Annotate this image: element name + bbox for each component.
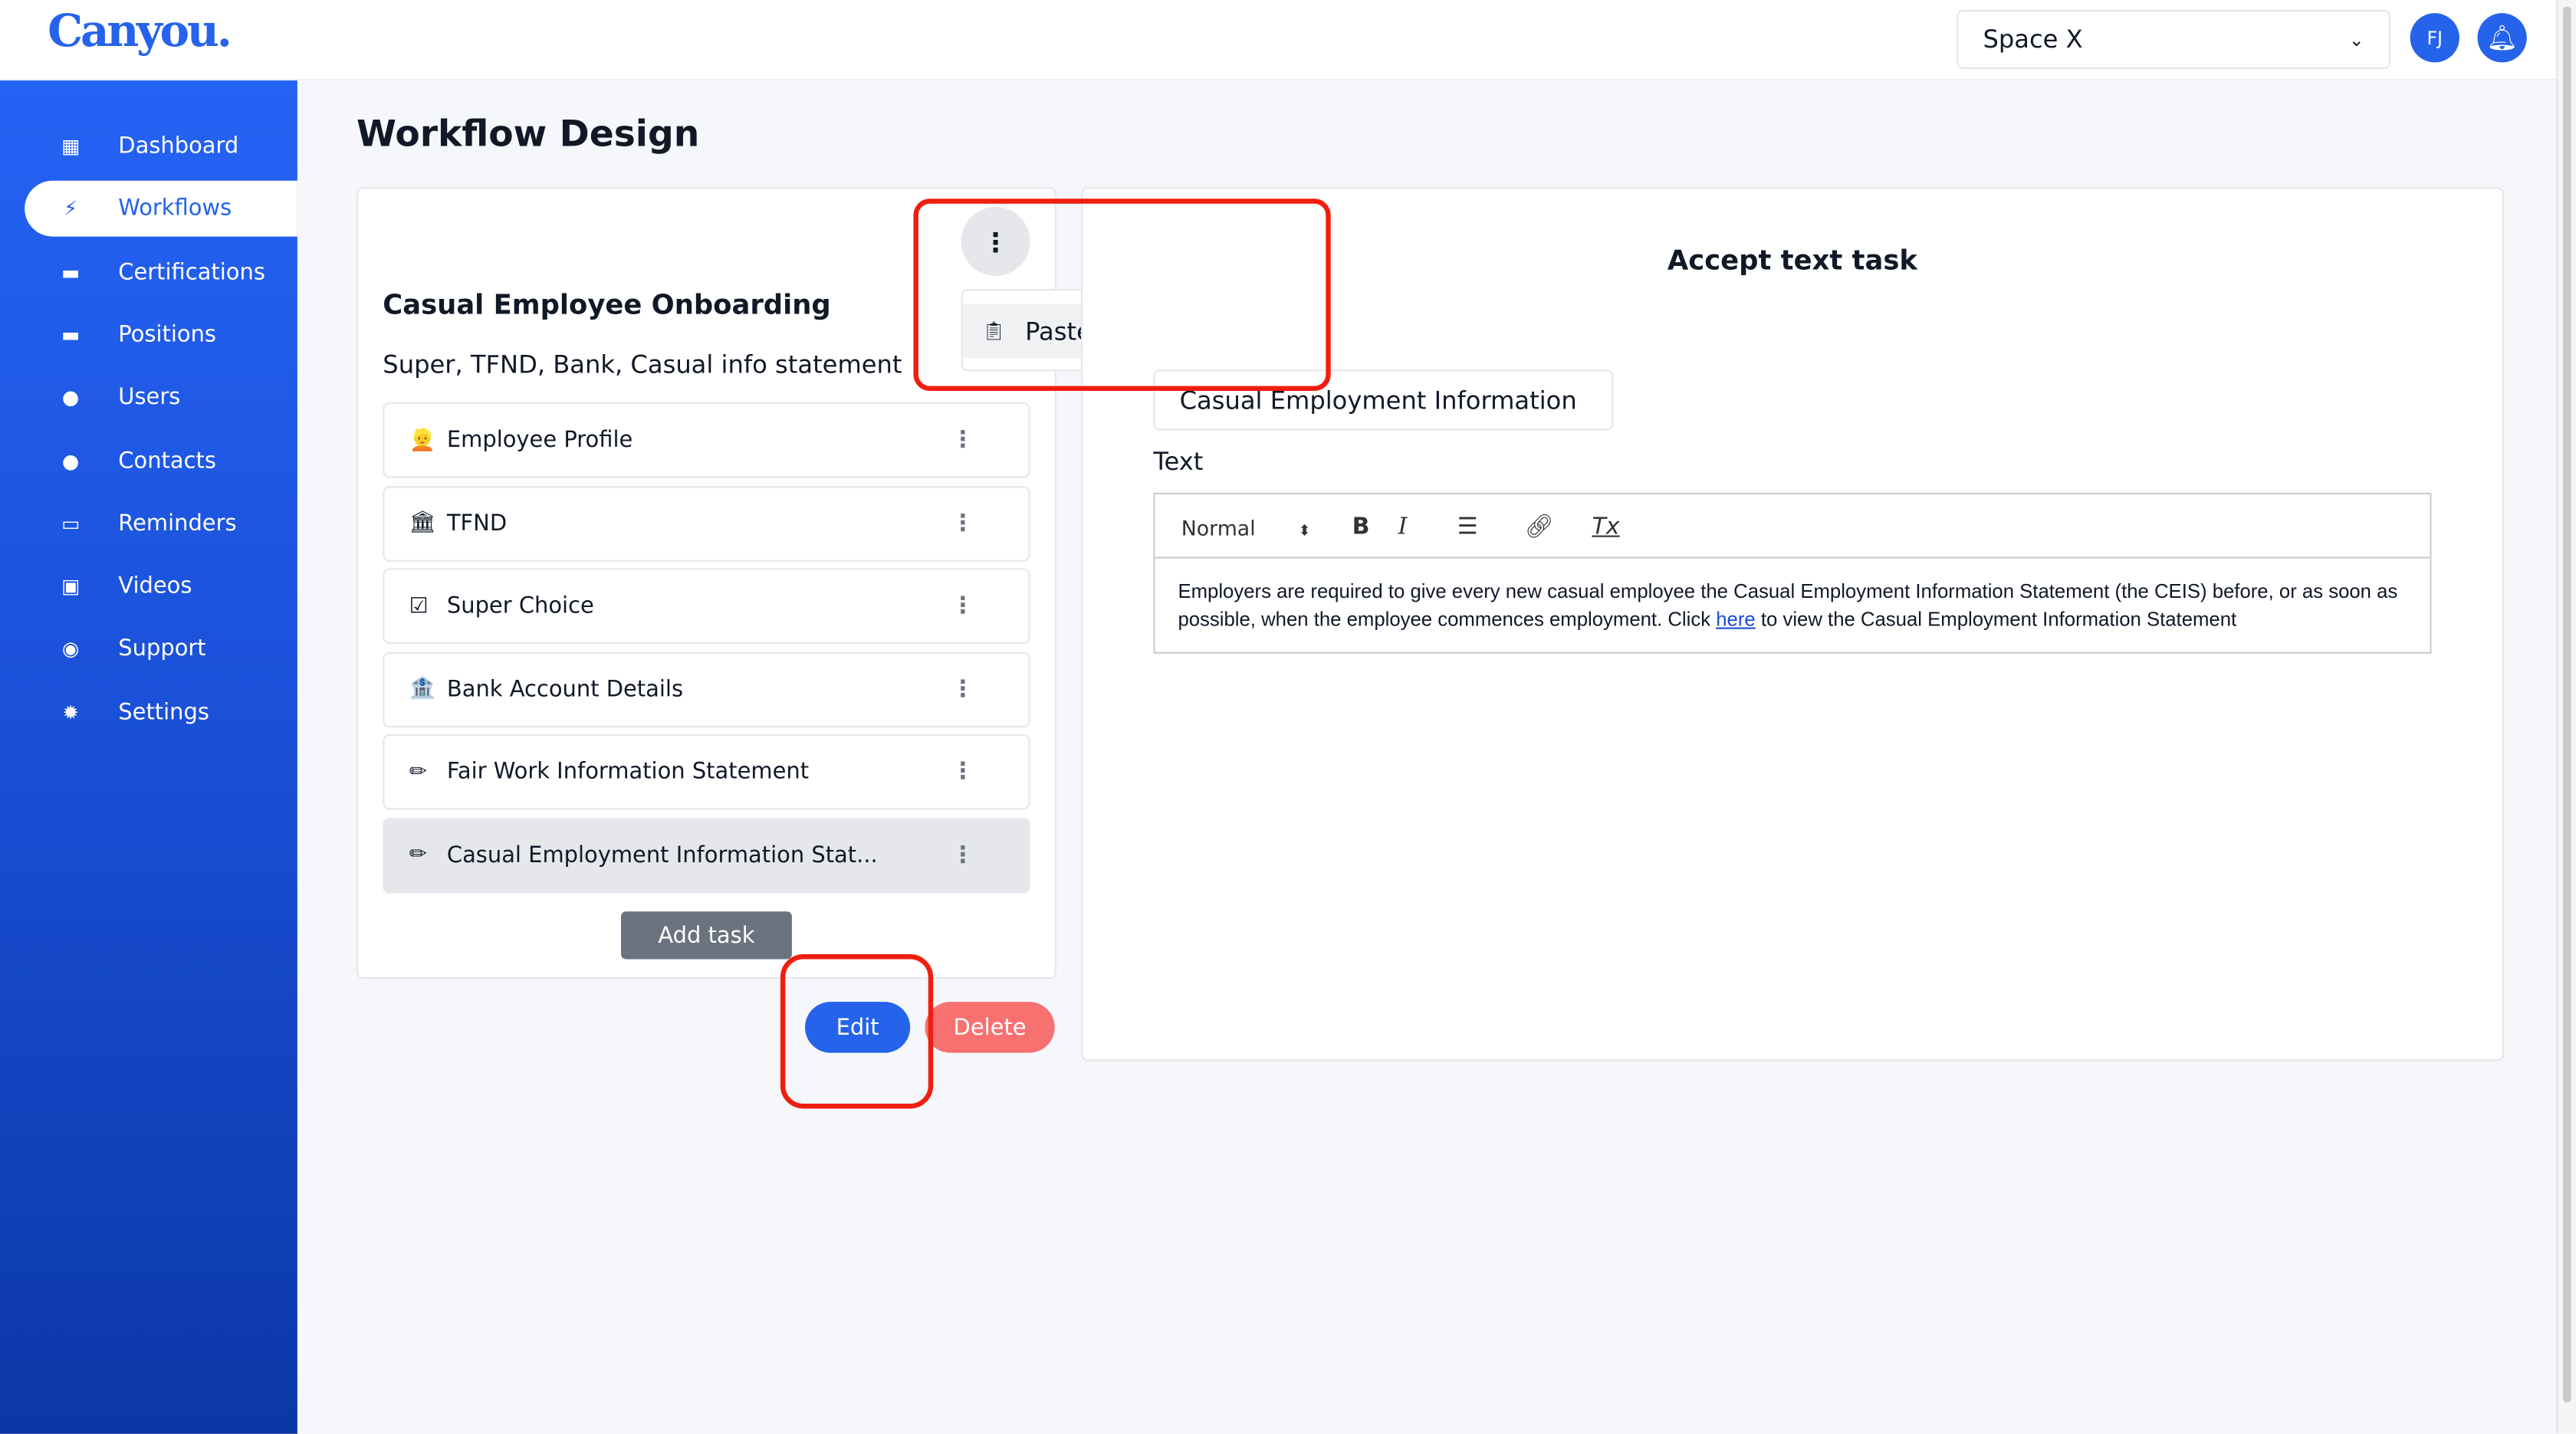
kebab-icon[interactable]: ⋮ xyxy=(951,842,974,868)
bold-button[interactable]: B xyxy=(1352,514,1370,540)
workspace-value: Space X xyxy=(1983,25,2083,54)
task-emoji-icon: 🏦 xyxy=(409,676,436,702)
sidebar-item-label: Reminders xyxy=(118,510,237,537)
kebab-icon[interactable]: ⋮ xyxy=(951,759,974,785)
clear-format-button[interactable]: Tx xyxy=(1592,514,1619,540)
body-text-end: to view the Casual Employment Informatio… xyxy=(1755,607,2237,631)
delete-button[interactable]: Delete xyxy=(925,1002,1055,1053)
logo[interactable]: Canyou. xyxy=(48,7,232,57)
reminders-icon: ▭ xyxy=(61,512,80,536)
bullet-list-icon[interactable]: ☰ xyxy=(1457,514,1478,540)
task-emoji-icon: 👱 xyxy=(409,428,436,453)
sidebar-item-label: Workflows xyxy=(118,195,232,222)
kebab-icon[interactable]: ⋮ xyxy=(951,510,974,536)
annotation-highlight-menu xyxy=(913,199,1331,392)
sidebar-item-label: Settings xyxy=(118,699,209,726)
format-value: Normal xyxy=(1181,515,1256,541)
certifications-icon: ▬ xyxy=(61,260,80,284)
avatar-initials: FJ xyxy=(2426,27,2443,49)
task-emoji-icon: ✏ xyxy=(409,760,427,785)
add-task-button[interactable]: Add task xyxy=(621,911,792,960)
sidebar-item-contacts[interactable]: ● Contacts xyxy=(25,433,297,489)
sidebar-item-reminders[interactable]: ▭ Reminders xyxy=(25,496,297,552)
task-item[interactable]: ✏ Casual Employment Information Stat... ⋮ xyxy=(383,817,1030,893)
task-item[interactable]: 👱 Employee Profile ⋮ xyxy=(383,402,1030,478)
task-emoji-icon: ✏ xyxy=(409,842,427,868)
sidebar-item-dashboard[interactable]: ▦ Dashboard xyxy=(25,118,297,174)
italic-button[interactable]: I xyxy=(1398,514,1408,540)
videos-icon: ▣ xyxy=(61,575,80,599)
format-select[interactable]: Normal ⬍ xyxy=(1181,516,1311,540)
positions-icon: ▬ xyxy=(61,323,80,346)
rich-text-editor: Normal ⬍ B I ☰ 🔗︎ Tx Employers are requir… xyxy=(1153,492,2432,654)
updown-icon: ⬍ xyxy=(1298,523,1311,541)
text-label: Text xyxy=(1153,446,1204,477)
app: Canyou. Space X ⌄ FJ 🔔︎ ▦ Dashboard ⚡ Workfl… xyxy=(0,0,2576,1434)
sidebar-item-label: Dashboard xyxy=(118,133,239,159)
workflows-icon: ⚡ xyxy=(64,197,78,221)
sidebar-item-label: Users xyxy=(118,384,181,412)
editor-toolbar: Normal ⬍ B I ☰ 🔗︎ Tx xyxy=(1155,494,2430,559)
sidebar-item-settings[interactable]: ✹ Settings xyxy=(25,684,297,740)
task-label: Casual Employment Information Stat... xyxy=(446,842,878,868)
task-emoji-icon: ☑ xyxy=(409,593,429,619)
sidebar-item-videos[interactable]: ▣ Videos xyxy=(25,559,297,615)
workspace-select[interactable]: Space X ⌄ xyxy=(1957,9,2390,70)
task-label: Bank Account Details xyxy=(446,675,684,703)
task-label: Fair Work Information Statement xyxy=(446,759,810,786)
sidebar-item-label: Contacts xyxy=(118,447,216,474)
task-label: TFND xyxy=(446,510,508,537)
kebab-icon[interactable]: ⋮ xyxy=(951,593,974,619)
task-label: Super Choice xyxy=(446,592,594,619)
task-emoji-icon: 🏛 xyxy=(409,510,436,536)
task-item[interactable]: 🏛 TFND ⋮ xyxy=(383,485,1030,561)
settings-icon: ✹ xyxy=(62,701,79,724)
task-item[interactable]: ☑ Super Choice ⋮ xyxy=(383,568,1030,645)
annotation-highlight-edit xyxy=(780,954,934,1109)
sidebar-item-label: Positions xyxy=(118,321,217,349)
here-link[interactable]: here xyxy=(1716,608,1755,631)
sidebar-item-positions[interactable]: ▬ Positions xyxy=(25,307,297,363)
sidebar-item-workflows[interactable]: ⚡ Workflows xyxy=(25,181,297,238)
sidebar-item-certifications[interactable]: ▬ Certifications xyxy=(25,244,297,300)
sidebar-item-label: Videos xyxy=(118,573,192,600)
bell-icon[interactable]: 🔔︎ xyxy=(2477,13,2527,63)
task-item[interactable]: 🏦 Bank Account Details ⋮ xyxy=(383,651,1030,727)
sidebar-item-support[interactable]: ◉ Support xyxy=(25,622,297,678)
kebab-icon[interactable]: ⋮ xyxy=(951,676,974,702)
top-bar: Canyou. Space X ⌄ FJ 🔔︎ xyxy=(0,0,2557,81)
scrollbar[interactable] xyxy=(2556,0,2576,1434)
support-icon: ◉ xyxy=(61,638,80,661)
dashboard-icon: ▦ xyxy=(61,134,80,158)
page-title: Workflow Design xyxy=(356,115,700,156)
kebab-icon[interactable]: ⋮ xyxy=(951,427,974,453)
task-label: Employee Profile xyxy=(446,427,633,454)
contacts-icon: ● xyxy=(61,449,80,473)
editor-content[interactable]: Employers are required to give every new… xyxy=(1178,578,2410,634)
sidebar-item-label: Certifications xyxy=(118,258,265,285)
task-item[interactable]: ✏ Fair Work Information Statement ⋮ xyxy=(383,733,1030,810)
link-icon[interactable]: 🔗︎ xyxy=(1525,514,1554,540)
workflow-name: Casual Employee Onboarding xyxy=(383,289,831,320)
sidebar-item-users[interactable]: ● Users xyxy=(25,370,297,426)
sidebar: ▦ Dashboard ⚡ Workflows ▬ Certifications ▬ Posi… xyxy=(0,80,297,1434)
users-icon: ● xyxy=(61,386,80,409)
workflow-description: Super, TFND, Bank, Casual info statement xyxy=(383,349,902,380)
sidebar-item-label: Support xyxy=(118,636,206,663)
chevron-down-icon: ⌄ xyxy=(2348,28,2364,51)
avatar[interactable]: FJ xyxy=(2410,13,2459,63)
